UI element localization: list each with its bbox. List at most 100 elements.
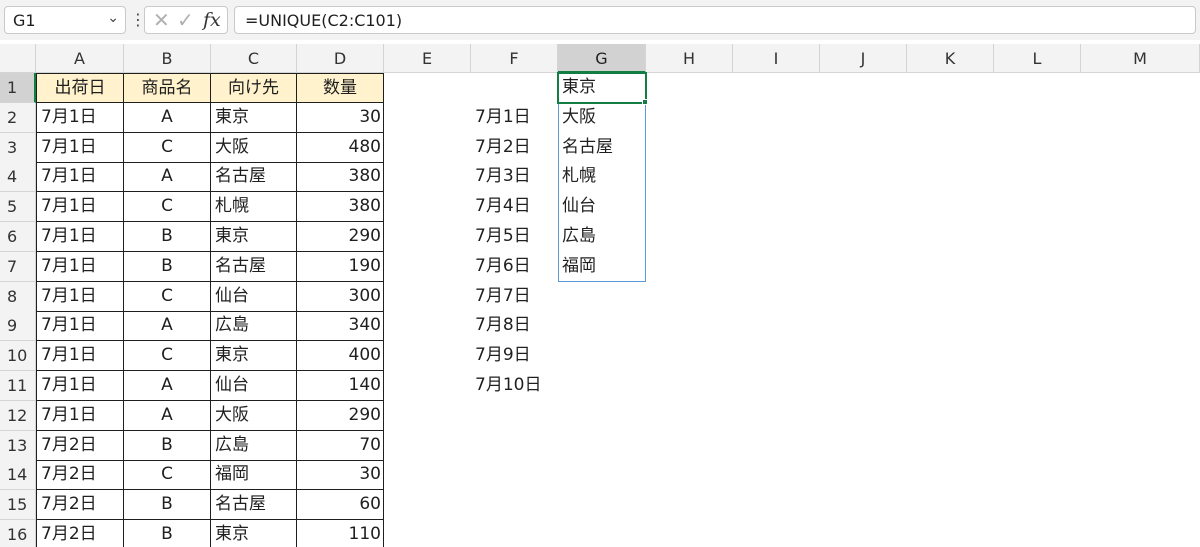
table-cell[interactable]: 大阪 — [211, 132, 297, 163]
table-cell[interactable]: 7月2日 — [36, 460, 124, 491]
row-header-12[interactable]: 12 — [0, 400, 36, 431]
table-cell[interactable]: 140 — [297, 371, 384, 401]
table-cell[interactable]: 東京 — [211, 520, 297, 547]
table-cell[interactable]: B — [124, 222, 211, 252]
date-list-cell[interactable]: 7月4日 — [471, 192, 558, 222]
table-cell[interactable]: 名古屋 — [211, 490, 297, 521]
table-header-cell[interactable]: 数量 — [297, 73, 384, 103]
table-header-cell[interactable]: 出荷日 — [36, 73, 124, 103]
table-cell[interactable]: C — [124, 460, 211, 491]
column-header-a[interactable]: A — [36, 44, 124, 73]
fill-handle[interactable] — [642, 98, 648, 105]
table-cell[interactable]: 東京 — [211, 341, 297, 372]
table-cell[interactable]: 190 — [297, 251, 384, 282]
column-header-c[interactable]: C — [211, 44, 297, 73]
table-cell[interactable]: 7月1日 — [36, 132, 124, 163]
table-cell[interactable]: 名古屋 — [211, 251, 297, 282]
row-header-8[interactable]: 8 — [0, 281, 36, 312]
table-cell[interactable]: 仙台 — [211, 371, 297, 401]
active-cell-g1[interactable] — [557, 72, 647, 104]
date-list-cell[interactable]: 7月10日 — [471, 371, 558, 401]
column-header-h[interactable]: H — [646, 44, 733, 73]
table-cell[interactable]: 300 — [297, 281, 384, 312]
row-header-10[interactable]: 10 — [0, 341, 36, 372]
row-header-14[interactable]: 14 — [0, 460, 36, 491]
date-list-cell[interactable]: 7月6日 — [471, 252, 558, 282]
date-list-cell[interactable]: 7月1日 — [471, 103, 558, 133]
table-cell[interactable]: 広島 — [211, 430, 297, 461]
column-header-m[interactable]: M — [1081, 44, 1200, 73]
table-cell[interactable]: B — [124, 251, 211, 282]
table-cell[interactable]: 名古屋 — [211, 162, 297, 193]
table-cell[interactable]: A — [124, 400, 211, 431]
table-cell[interactable]: A — [124, 311, 211, 342]
column-header-i[interactable]: I — [733, 44, 820, 73]
table-cell[interactable]: 60 — [297, 490, 384, 521]
worksheet-grid[interactable]: A B C D E F G H I J K L M 1 2 3 4 5 6 7 8 9 10 11 12 13 14 15 16 出荷日商… — [0, 44, 1200, 547]
table-cell[interactable]: C — [124, 341, 211, 372]
row-header-9[interactable]: 9 — [0, 311, 36, 342]
table-cell[interactable]: 7月1日 — [36, 251, 124, 282]
date-list-cell[interactable]: 7月3日 — [471, 162, 558, 192]
date-list-cell[interactable]: 7月8日 — [471, 311, 558, 341]
table-cell[interactable]: 110 — [297, 520, 384, 547]
select-all-corner[interactable] — [0, 44, 36, 73]
table-cell[interactable]: A — [124, 162, 211, 193]
row-header-16[interactable]: 16 — [0, 520, 36, 547]
table-cell[interactable]: 380 — [297, 192, 384, 223]
table-cell[interactable]: 7月1日 — [36, 102, 124, 133]
row-header-2[interactable]: 2 — [0, 102, 36, 133]
table-cell[interactable]: 札幌 — [211, 192, 297, 223]
table-cell[interactable]: 7月1日 — [36, 281, 124, 312]
table-cell[interactable]: C — [124, 192, 211, 223]
column-header-l[interactable]: L — [994, 44, 1081, 73]
table-cell[interactable]: 福岡 — [211, 460, 297, 491]
row-header-11[interactable]: 11 — [0, 371, 36, 401]
table-header-cell[interactable]: 商品名 — [124, 73, 211, 103]
row-header-4[interactable]: 4 — [0, 162, 36, 193]
table-cell[interactable]: 東京 — [211, 222, 297, 252]
table-cell[interactable]: 7月2日 — [36, 520, 124, 547]
table-cell[interactable]: 7月2日 — [36, 490, 124, 521]
table-cell[interactable]: 70 — [297, 430, 384, 461]
cancel-icon[interactable]: ✕ — [153, 8, 170, 32]
column-header-g[interactable]: G — [558, 44, 646, 73]
table-cell[interactable]: 大阪 — [211, 400, 297, 431]
row-header-7[interactable]: 7 — [0, 251, 36, 282]
table-cell[interactable]: 仙台 — [211, 281, 297, 312]
row-header-1[interactable]: 1 — [0, 73, 36, 103]
table-cell[interactable]: 480 — [297, 132, 384, 163]
column-header-k[interactable]: K — [907, 44, 994, 73]
column-header-f[interactable]: F — [471, 44, 558, 73]
formula-input[interactable]: =UNIQUE(C2:C101) — [234, 6, 1196, 34]
insert-function-icon[interactable]: fx — [203, 9, 221, 31]
enter-icon[interactable]: ✓ — [177, 8, 194, 32]
table-header-cell[interactable]: 向け先 — [211, 73, 297, 103]
table-cell[interactable]: A — [124, 371, 211, 401]
table-cell[interactable]: 7月1日 — [36, 162, 124, 193]
table-cell[interactable]: 7月1日 — [36, 192, 124, 223]
table-cell[interactable]: C — [124, 132, 211, 163]
column-header-j[interactable]: J — [820, 44, 907, 73]
row-header-6[interactable]: 6 — [0, 222, 36, 252]
table-cell[interactable]: C — [124, 281, 211, 312]
table-cell[interactable]: B — [124, 490, 211, 521]
table-cell[interactable]: 400 — [297, 341, 384, 372]
table-cell[interactable]: 7月1日 — [36, 311, 124, 342]
table-cell[interactable]: B — [124, 430, 211, 461]
table-cell[interactable]: 広島 — [211, 311, 297, 342]
table-cell[interactable]: 東京 — [211, 102, 297, 133]
table-cell[interactable]: 290 — [297, 222, 384, 252]
table-cell[interactable]: 7月1日 — [36, 341, 124, 372]
table-cell[interactable]: 30 — [297, 102, 384, 133]
row-header-5[interactable]: 5 — [0, 192, 36, 223]
table-cell[interactable]: 340 — [297, 311, 384, 342]
table-cell[interactable]: 290 — [297, 400, 384, 431]
name-box[interactable]: G1 ⌄ — [4, 6, 126, 34]
chevron-down-icon[interactable]: ⌄ — [107, 10, 119, 26]
table-cell[interactable]: 7月1日 — [36, 222, 124, 252]
table-cell[interactable]: 7月1日 — [36, 400, 124, 431]
table-cell[interactable]: 7月1日 — [36, 371, 124, 401]
row-header-13[interactable]: 13 — [0, 430, 36, 461]
table-cell[interactable]: B — [124, 520, 211, 547]
